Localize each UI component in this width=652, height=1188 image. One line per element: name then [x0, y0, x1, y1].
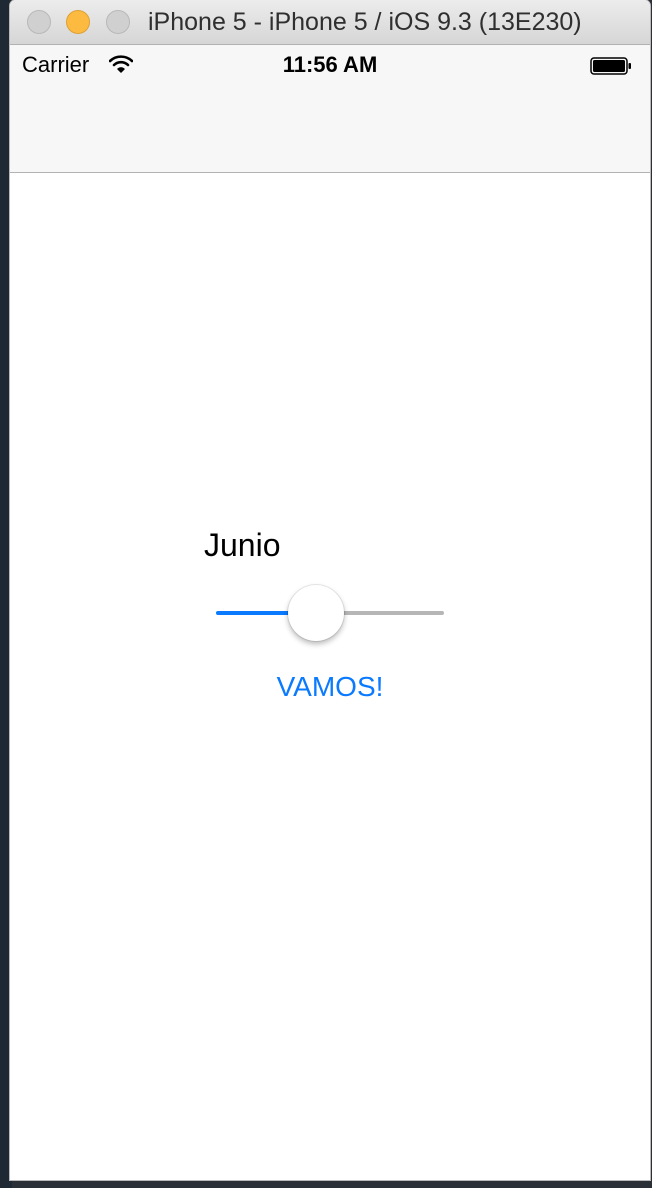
- main-view: Junio VAMOS!: [10, 173, 650, 1180]
- close-window-button[interactable]: [27, 10, 51, 34]
- zoom-window-button[interactable]: [106, 10, 130, 34]
- simulator-window: iPhone 5 - iPhone 5 / iOS 9.3 (13E230) C…: [10, 0, 650, 1180]
- window-titlebar: iPhone 5 - iPhone 5 / iOS 9.3 (13E230): [10, 0, 650, 45]
- window-title: iPhone 5 - iPhone 5 / iOS 9.3 (13E230): [148, 8, 582, 36]
- slider-thumb[interactable]: [288, 585, 344, 641]
- vamos-button[interactable]: VAMOS!: [260, 671, 400, 703]
- minimize-window-button[interactable]: [66, 10, 90, 34]
- ios-status-bar: Carrier 11:56 AM: [10, 45, 650, 85]
- battery-icon: [590, 57, 631, 75]
- navigation-bar: [10, 85, 650, 173]
- month-slider[interactable]: [216, 585, 444, 641]
- month-label: Junio: [204, 527, 281, 563]
- status-time: 11:56 AM: [282, 52, 378, 77]
